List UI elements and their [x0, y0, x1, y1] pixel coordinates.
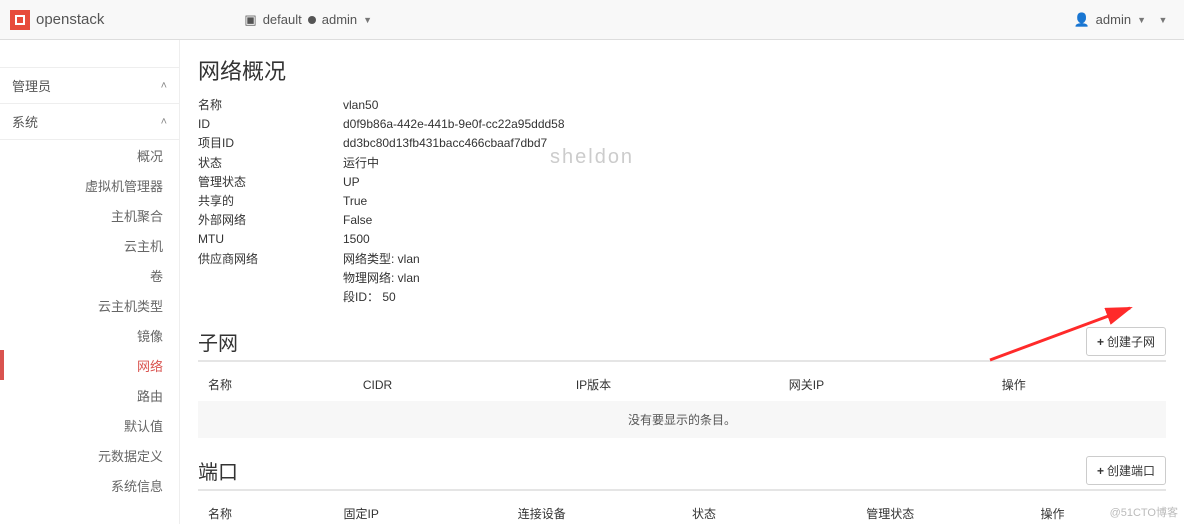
sidebar-item-images[interactable]: 镜像: [0, 320, 179, 350]
subnets-table: 名称 CIDR IP版本 网关IP 操作 没有要显示的条目。: [198, 368, 1166, 438]
brand-icon: [10, 10, 30, 30]
sidebar-item-hypervisors[interactable]: 虚拟机管理器: [0, 170, 179, 200]
dot-icon: [308, 16, 316, 24]
chevron-down-icon: ▼: [1159, 15, 1168, 25]
sidebar-item-overview[interactable]: 概况: [0, 140, 179, 170]
plus-icon: +: [1097, 464, 1104, 478]
footer-attribution: @51CTO博客: [1110, 504, 1178, 520]
sidebar-item-host-aggregates[interactable]: 主机聚合: [0, 200, 179, 230]
sidebar: 管理员 ˄ 系统 ˄ 概况 虚拟机管理器 主机聚合 云主机 卷 云主机类型 镜像…: [0, 40, 180, 524]
sidebar-item-volumes[interactable]: 卷: [0, 260, 179, 290]
subnets-header: 子网 +创建子网: [198, 327, 1166, 362]
user-label: admin: [1096, 12, 1131, 27]
brand-logo[interactable]: openstack: [10, 10, 104, 30]
ports-table: 名称 固定IP 连接设备 状态 管理状态 操作 没有要显示的条目。: [198, 497, 1166, 524]
top-bar: openstack ▣ default admin ▼ 👤 admin ▼ ▼: [0, 0, 1184, 40]
project-selector[interactable]: ▣ default admin ▼: [244, 12, 372, 28]
sidebar-group-admin[interactable]: 管理员 ˄: [0, 68, 179, 104]
chevron-down-icon: ▼: [1137, 15, 1146, 25]
sidebar-item-networks[interactable]: 网络: [0, 350, 179, 380]
sidebar-item-flavors[interactable]: 云主机类型: [0, 290, 179, 320]
subnets-title: 子网: [198, 327, 238, 356]
chevron-down-icon: ▼: [363, 15, 372, 25]
project-label: admin: [322, 12, 357, 27]
domain-icon: ▣: [244, 12, 256, 28]
plus-icon: +: [1097, 335, 1104, 349]
sidebar-item-routers[interactable]: 路由: [0, 380, 179, 410]
create-port-button[interactable]: +创建端口: [1086, 456, 1166, 485]
user-menu[interactable]: 👤 admin ▼: [1073, 12, 1146, 28]
domain-label: default: [263, 12, 302, 27]
chevron-up-icon: ˄: [161, 80, 167, 92]
page-title: 网络概况: [198, 54, 1166, 86]
settings-menu[interactable]: ▼: [1152, 15, 1174, 25]
sidebar-item-defaults[interactable]: 默认值: [0, 410, 179, 440]
sidebar-item-metadata[interactable]: 元数据定义: [0, 440, 179, 470]
user-icon: 👤: [1073, 12, 1089, 28]
brand-text: openstack: [36, 11, 104, 28]
subnets-empty: 没有要显示的条目。: [198, 401, 1166, 438]
network-overview: 名称vlan50 IDd0f9b86a-442e-441b-9e0f-cc22a…: [198, 96, 1166, 307]
ports-title: 端口: [198, 456, 238, 485]
sidebar-item-instances[interactable]: 云主机: [0, 230, 179, 260]
create-subnet-button[interactable]: +创建子网: [1086, 327, 1166, 356]
chevron-up-icon: ˄: [161, 116, 167, 128]
sidebar-group-system[interactable]: 系统 ˄: [0, 104, 179, 140]
ports-header: 端口 +创建端口: [198, 456, 1166, 491]
main-content: 网络概况 sheldon 名称vlan50 IDd0f9b86a-442e-44…: [180, 40, 1184, 524]
sidebar-item-system-info[interactable]: 系统信息: [0, 470, 179, 500]
